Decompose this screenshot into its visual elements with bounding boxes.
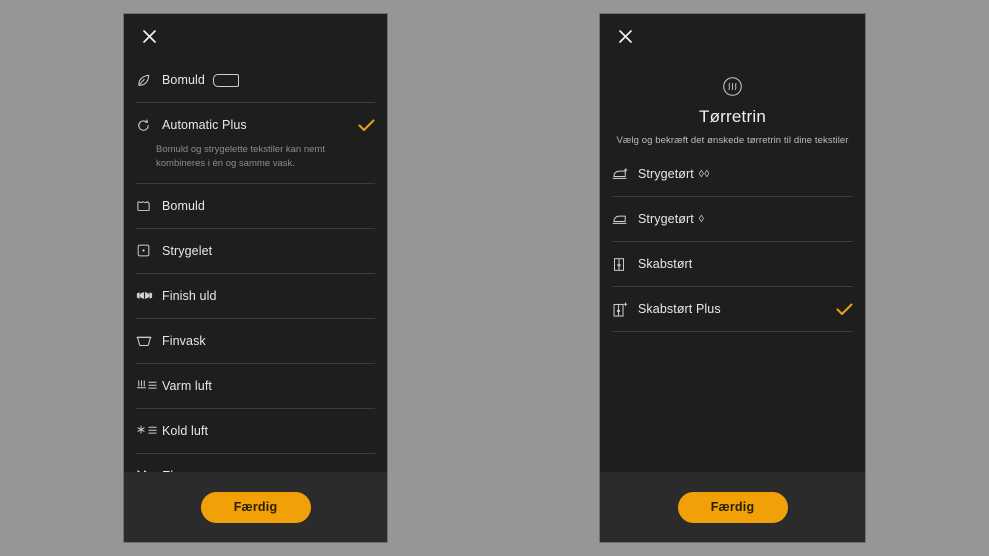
right-header: Tørretrin Vælg og bekræft det ønskede tø… <box>600 58 865 152</box>
divider <box>612 331 853 332</box>
warm-air-icon <box>136 379 162 392</box>
right-option-list: Tørretrin Vælg og bekræft det ønskede tø… <box>600 58 865 472</box>
list-item-label: Finvask <box>162 333 206 348</box>
list-item-label: Strygetørt <box>638 212 694 226</box>
list-item-varm-luft[interactable]: Varm luft <box>124 364 387 408</box>
list-item-label: Ekspres <box>162 469 208 472</box>
delicate-basket-icon <box>136 334 162 348</box>
express-fast-forward-icon <box>136 469 162 472</box>
list-item-strygelet[interactable]: Strygelet <box>124 229 387 273</box>
cabinet-plus-icon <box>612 301 638 317</box>
page-title: Tørretrin <box>699 107 766 126</box>
left-top-bar <box>124 14 387 58</box>
list-item-ekspres[interactable]: Ekspres <box>124 454 387 472</box>
check-icon <box>836 302 853 316</box>
list-item-label: Varm luft <box>162 378 212 393</box>
list-item-finish-uld[interactable]: Finish uld <box>124 274 387 318</box>
tumble-dry-circle-icon <box>614 76 851 97</box>
leaf-icon <box>136 73 162 88</box>
list-item-header-bomuld[interactable]: Bomuld <box>124 58 387 102</box>
close-icon[interactable] <box>612 23 638 49</box>
right-footer-bar: Færdig <box>600 472 865 542</box>
program-description: Bomuld og strygelette tekstiler kan nemt… <box>156 144 325 169</box>
list-item-skabstort[interactable]: Skabstørt <box>600 242 865 286</box>
list-item-automatic-plus[interactable]: Automatic Plus <box>124 103 387 147</box>
easy-care-icon <box>136 243 162 258</box>
done-button[interactable]: Færdig <box>677 491 788 523</box>
list-item-strygetort-2[interactable]: Strygetørt ◊◊ <box>600 152 865 196</box>
done-button[interactable]: Færdig <box>200 491 311 523</box>
iron-icon <box>612 212 638 226</box>
list-item-label: Strygetørt <box>638 167 694 181</box>
list-item-label: Bomuld <box>162 73 205 87</box>
left-footer-bar: Færdig <box>124 472 387 542</box>
cotton-wash-icon <box>136 198 162 213</box>
page-subtitle: Vælg og bekræft det ønskede tørretrin ti… <box>616 135 849 146</box>
list-item-label: Kold luft <box>162 423 209 438</box>
list-item-suffix: ◊◊ <box>698 168 710 180</box>
list-item-finvask[interactable]: Finvask <box>124 319 387 363</box>
list-item-label: Finish uld <box>162 288 217 303</box>
list-item-label: Strygelet <box>162 243 213 258</box>
list-item-skabstort-plus[interactable]: Skabstørt Plus <box>600 287 865 331</box>
check-icon <box>358 118 375 132</box>
list-item-label: Automatic Plus <box>162 118 247 132</box>
left-phone-panel: Bomuld Automatic Plus Bomuld og strygele… <box>124 14 387 542</box>
cold-air-icon <box>136 424 162 437</box>
list-item-label: Skabstørt <box>638 257 693 271</box>
iron-plus-icon <box>612 167 638 181</box>
right-top-bar <box>600 14 865 58</box>
refresh-circle-icon <box>136 118 162 133</box>
program-tag-icon <box>212 73 239 87</box>
list-item-suffix: ◊ <box>698 213 705 225</box>
wool-icon <box>136 289 162 302</box>
list-item-kold-luft[interactable]: Kold luft <box>124 409 387 453</box>
list-item-strygetort-1[interactable]: Strygetørt ◊ <box>600 197 865 241</box>
left-program-list: Bomuld Automatic Plus Bomuld og strygele… <box>124 58 387 472</box>
cabinet-icon <box>612 257 638 272</box>
right-phone-panel: Tørretrin Vælg og bekræft det ønskede tø… <box>600 14 865 542</box>
close-icon[interactable] <box>136 23 162 49</box>
list-item-bomuld[interactable]: Bomuld <box>124 184 387 228</box>
list-item-label: Skabstørt Plus <box>638 302 721 316</box>
list-item-label: Bomuld <box>162 198 205 213</box>
screen: Bomuld Automatic Plus Bomuld og strygele… <box>0 0 989 556</box>
